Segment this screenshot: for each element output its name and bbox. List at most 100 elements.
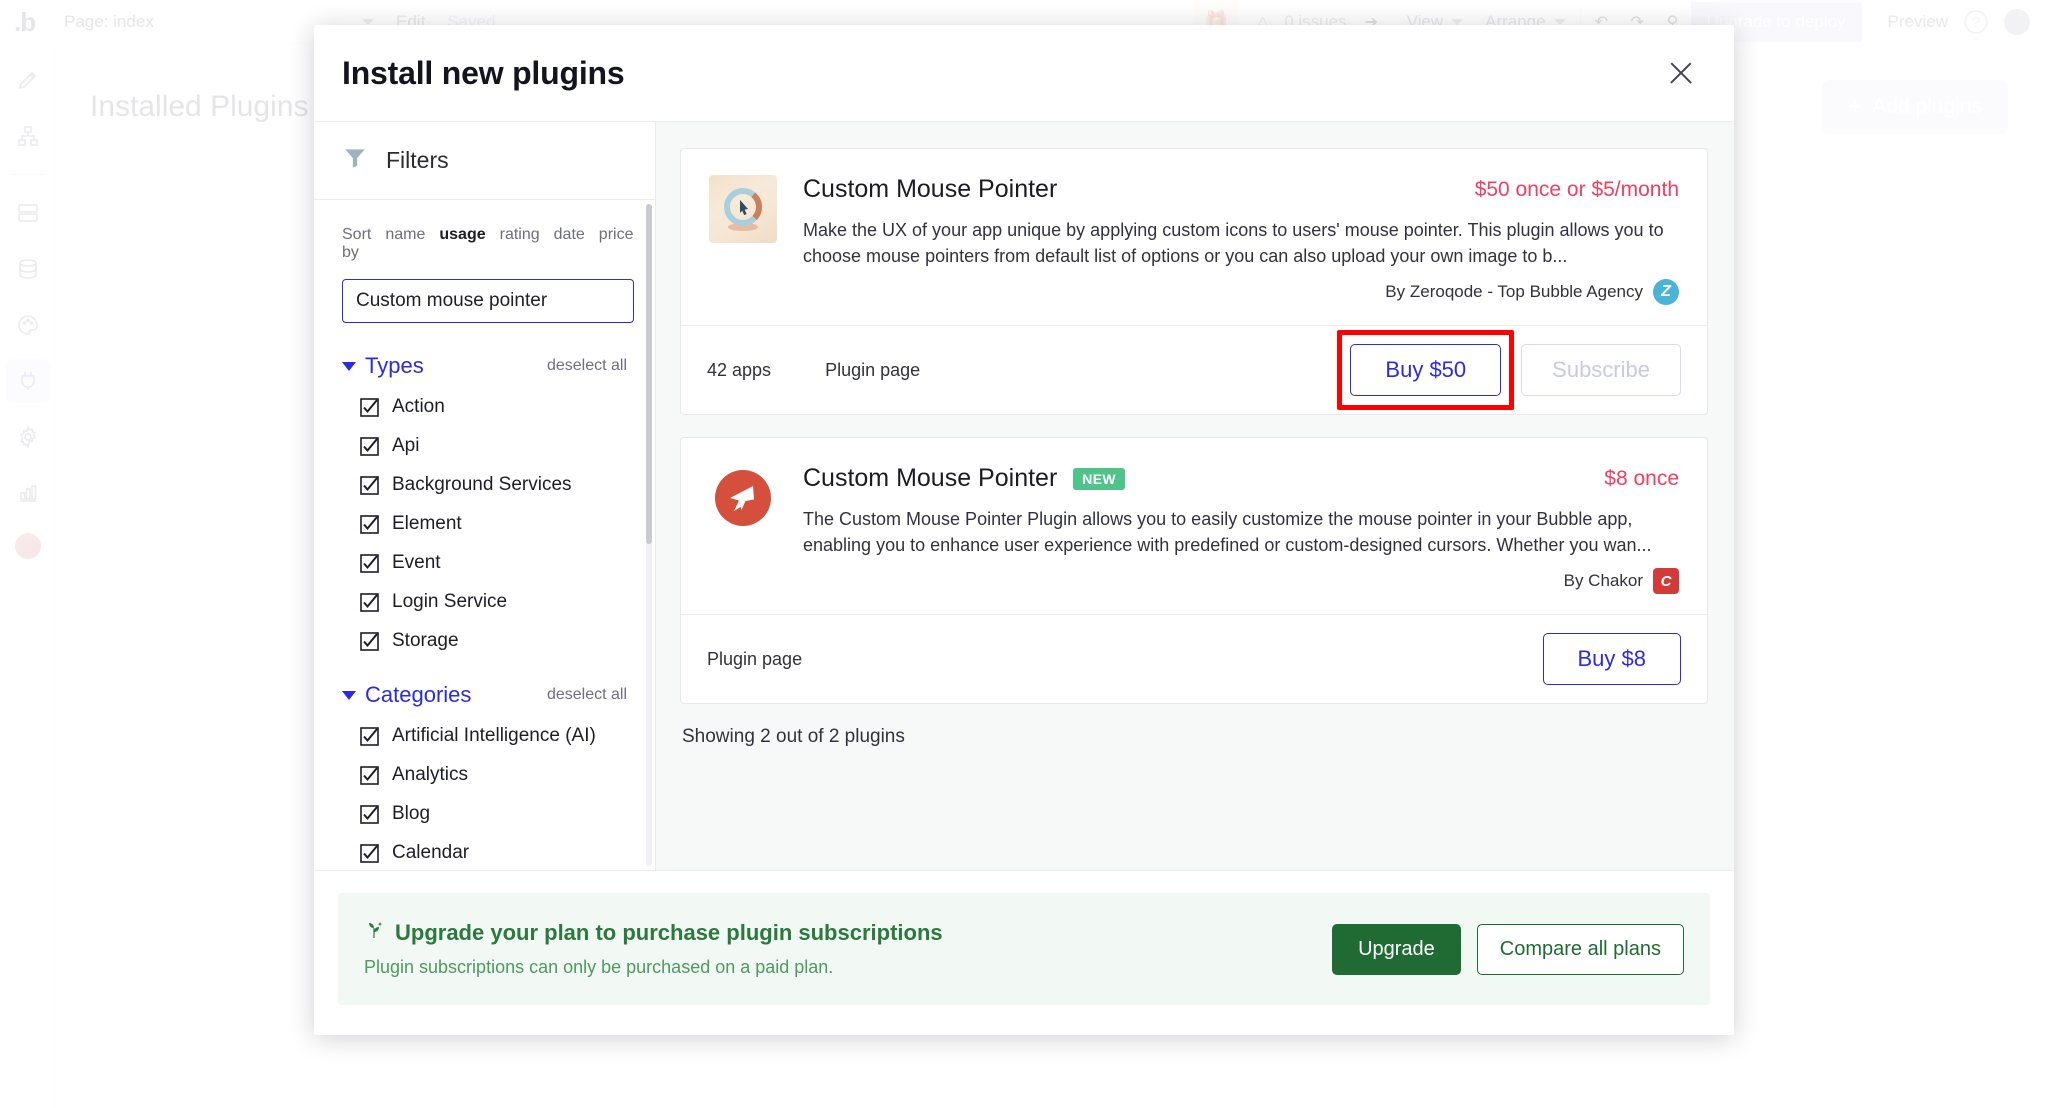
plugin-apps-count: 42 apps bbox=[707, 359, 772, 380]
new-badge: NEW bbox=[1073, 467, 1125, 490]
plugin-page-link[interactable]: Plugin page bbox=[825, 360, 920, 381]
page-title: Installed Plugins bbox=[90, 90, 309, 123]
sort-option-price[interactable]: price bbox=[599, 226, 634, 244]
filters-label: Filters bbox=[386, 147, 449, 173]
plugin-card-main: Custom Mouse Pointer $50 once or $5/mont… bbox=[681, 149, 1707, 325]
filter-label: Api bbox=[392, 435, 420, 456]
plant-growth-icon bbox=[364, 920, 384, 946]
filter-label: Storage bbox=[392, 630, 459, 651]
deselect-all-types[interactable]: deselect all bbox=[547, 357, 627, 375]
filter-label: Action bbox=[392, 396, 445, 417]
filter-group-categories-title: Categories bbox=[365, 682, 472, 707]
filter-checkbox-artificial-intelligence[interactable]: Artificial Intelligence (AI) bbox=[342, 725, 627, 747]
bubble-logo-icon[interactable]: .b bbox=[14, 9, 42, 35]
filter-checkbox-background-services[interactable]: Background Services bbox=[342, 474, 627, 496]
deselect-all-categories[interactable]: deselect all bbox=[547, 686, 627, 704]
install-plugins-modal: Install new plugins Filters Sort by name… bbox=[314, 25, 1734, 1035]
rail-user-avatar[interactable] bbox=[14, 533, 41, 559]
plugin-card: Custom Mouse Pointer NEW $8 once The Cus… bbox=[680, 437, 1708, 705]
sidebar-item-data[interactable] bbox=[6, 247, 50, 291]
filter-label: Calendar bbox=[392, 842, 470, 863]
plugin-card-main: Custom Mouse Pointer NEW $8 once The Cus… bbox=[681, 438, 1707, 614]
plugin-price: $8 once bbox=[1604, 466, 1679, 490]
author-badge-icon: C bbox=[1653, 568, 1679, 595]
modal-body: Filters Sort by name usage rating date p… bbox=[314, 122, 1734, 870]
help-icon[interactable]: ? bbox=[1964, 9, 1988, 34]
plugin-page-link[interactable]: Plugin page bbox=[707, 649, 802, 670]
filter-checkbox-api[interactable]: Api bbox=[342, 435, 627, 457]
plugin-card-text: Custom Mouse Pointer $50 once or $5/mont… bbox=[803, 175, 1679, 306]
editor-left-rail bbox=[0, 44, 56, 1108]
filter-checkbox-login-service[interactable]: Login Service bbox=[342, 591, 627, 613]
results-panel: Custom Mouse Pointer $50 once or $5/mont… bbox=[656, 122, 1734, 870]
filter-label: Artificial Intelligence (AI) bbox=[392, 725, 596, 746]
upgrade-banner-subtitle: Plugin subscriptions can only be purchas… bbox=[364, 957, 834, 977]
filter-checkbox-action[interactable]: Action bbox=[342, 396, 627, 418]
filter-label: Analytics bbox=[392, 764, 469, 785]
compare-all-plans-button[interactable]: Compare all plans bbox=[1476, 923, 1684, 975]
checkbox-checked-icon bbox=[360, 514, 379, 534]
filter-checkbox-event[interactable]: Event bbox=[342, 552, 627, 574]
close-icon[interactable] bbox=[1664, 56, 1698, 90]
filter-label: Login Service bbox=[392, 591, 508, 612]
filter-label: Blog bbox=[392, 803, 431, 824]
search-input[interactable] bbox=[342, 279, 634, 323]
upgrade-banner: Upgrade your plan to purchase plugin sub… bbox=[338, 893, 1710, 1005]
plugin-author: By Chakor bbox=[1563, 571, 1643, 591]
checkbox-checked-icon bbox=[360, 631, 379, 651]
sidebar-item-plugins[interactable] bbox=[5, 359, 50, 403]
modal-title: Install new plugins bbox=[342, 54, 625, 91]
filter-checkbox-analytics[interactable]: Analytics bbox=[342, 764, 627, 786]
add-plugins-button[interactable]: + Add plugins bbox=[1822, 80, 2008, 134]
plugin-thumbnail-icon bbox=[709, 464, 777, 533]
arrange-chevron-down-icon bbox=[1553, 18, 1566, 25]
plugin-author: By Zeroqode - Top Bubble Agency bbox=[1385, 282, 1643, 302]
checkbox-checked-icon bbox=[360, 475, 379, 495]
sidebar-item-settings[interactable] bbox=[6, 415, 50, 459]
sidebar-item-logs[interactable] bbox=[6, 471, 50, 515]
filter-checkbox-storage[interactable]: Storage bbox=[342, 630, 627, 652]
plugin-card-actions: Buy $8 bbox=[1542, 633, 1681, 686]
checkbox-checked-icon bbox=[360, 553, 379, 573]
sort-option-rating[interactable]: rating bbox=[500, 226, 540, 244]
checkbox-checked-icon bbox=[360, 804, 379, 824]
sort-option-name[interactable]: name bbox=[385, 226, 425, 244]
chevron-down-icon bbox=[362, 18, 374, 25]
buy-button[interactable]: Buy $8 bbox=[1542, 633, 1681, 686]
filters-header: Filters bbox=[314, 122, 655, 200]
add-plugins-label: Add plugins bbox=[1872, 95, 1982, 118]
filter-group-types-title: Types bbox=[365, 353, 424, 378]
sort-option-usage[interactable]: usage bbox=[439, 226, 485, 244]
view-chevron-down-icon bbox=[1451, 18, 1464, 25]
filter-checkbox-blog[interactable]: Blog bbox=[342, 803, 627, 825]
sidebar-item-design[interactable] bbox=[6, 58, 50, 102]
filter-group-categories-header[interactable]: Categories deselect all bbox=[342, 682, 627, 708]
plugin-card-footer: 42 apps Plugin page Buy $50 Subscribe bbox=[681, 325, 1707, 414]
sort-by-row: Sort by name usage rating date price bbox=[342, 226, 633, 262]
filter-checkbox-calendar[interactable]: Calendar bbox=[342, 842, 627, 864]
sidebar-item-pages[interactable] bbox=[6, 191, 50, 235]
plugin-card: Custom Mouse Pointer $50 once or $5/mont… bbox=[680, 148, 1708, 416]
filters-scrollbar-thumb[interactable] bbox=[646, 204, 652, 544]
plugin-description: The Custom Mouse Pointer Plugin allows y… bbox=[803, 509, 1652, 556]
sort-option-date[interactable]: date bbox=[554, 226, 585, 244]
plugin-author-row: By Zeroqode - Top Bubble Agency Z bbox=[803, 279, 1679, 306]
subscribe-button[interactable]: Subscribe bbox=[1521, 344, 1681, 397]
buy-button[interactable]: Buy $50 bbox=[1350, 344, 1502, 397]
plugin-title[interactable]: Custom Mouse Pointer bbox=[803, 464, 1057, 493]
plugin-author-row: By Chakor C bbox=[803, 568, 1679, 595]
sidebar-item-styles[interactable] bbox=[6, 303, 50, 347]
plugin-card-actions: Buy $50 Subscribe bbox=[1337, 330, 1681, 411]
user-avatar[interactable] bbox=[2004, 8, 2030, 35]
filters-panel: Filters Sort by name usage rating date p… bbox=[314, 122, 656, 870]
upgrade-button[interactable]: Upgrade bbox=[1332, 923, 1461, 975]
plugin-description: Make the UX of your app unique by applyi… bbox=[803, 220, 1664, 267]
page-selector-label: Page: index bbox=[64, 11, 154, 31]
sidebar-item-workflow[interactable] bbox=[6, 114, 50, 158]
filter-checkbox-element[interactable]: Element bbox=[342, 513, 627, 535]
checkbox-checked-icon bbox=[360, 843, 379, 863]
filter-group-types-header[interactable]: Types deselect all bbox=[342, 353, 627, 379]
plugin-title[interactable]: Custom Mouse Pointer bbox=[803, 175, 1057, 204]
preview-button[interactable]: Preview bbox=[1888, 12, 1948, 32]
triangle-down-icon bbox=[342, 361, 356, 371]
